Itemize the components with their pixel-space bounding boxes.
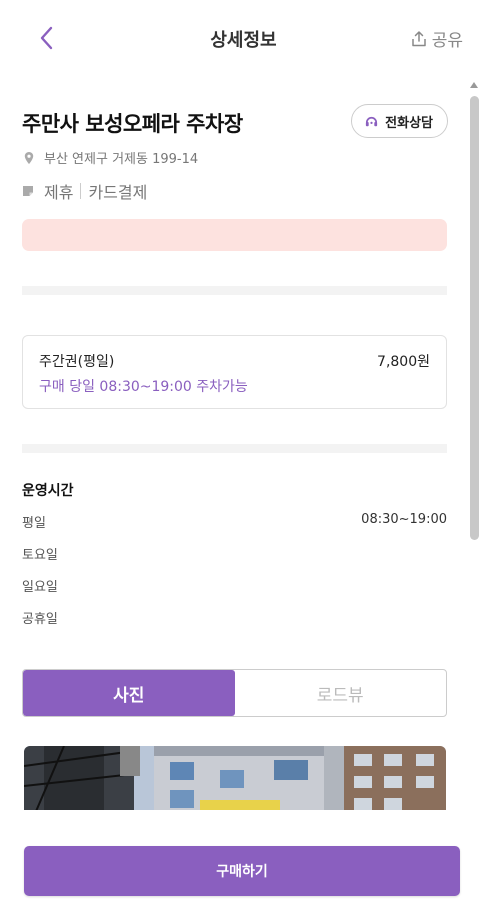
tag-divider xyxy=(80,183,82,199)
map-pin-icon xyxy=(24,151,34,164)
address-row: 부산 연제구 거제동 199-14 xyxy=(22,148,198,167)
parking-photo[interactable] xyxy=(24,746,446,810)
title-row: 주만사 보성오페라 주차장 전화상담 xyxy=(22,104,448,142)
media-tabs: 사진 로드뷰 xyxy=(22,669,447,717)
section-divider xyxy=(22,286,447,295)
app-header: 상세정보 공유 xyxy=(0,0,487,78)
hours-day: 토요일 xyxy=(22,548,58,563)
address-text: 부산 연제구 거제동 199-14 xyxy=(44,152,199,167)
share-icon xyxy=(411,30,426,46)
place-name: 주만사 보성오페라 주차장 xyxy=(22,112,243,136)
tag-icon xyxy=(23,186,33,196)
buy-button[interactable]: 구매하기 xyxy=(24,846,460,896)
call-consult-button[interactable]: 전화상담 xyxy=(351,104,448,138)
tag-card-payment: 카드결제 xyxy=(88,183,148,202)
ticket-card[interactable]: 주간권(평일) 7,800원 구매 당일 08:30~19:00 주차가능 xyxy=(22,335,447,409)
hours-title: 운영시간 xyxy=(22,483,74,499)
alert-banner xyxy=(22,219,447,251)
share-button[interactable]: 공유 xyxy=(410,26,463,51)
scrollbar-thumb[interactable] xyxy=(470,96,479,540)
ticket-note: 구매 당일 08:30~19:00 주차가능 xyxy=(39,379,248,395)
ticket-price: 7,800원 xyxy=(377,354,430,370)
tab-photo[interactable]: 사진 xyxy=(23,670,235,716)
detail-content: 주만사 보성오페라 주차장 전화상담 부산 연제구 거제동 199-14 제휴 … xyxy=(0,78,487,810)
bottom-bar: 구매하기 xyxy=(0,810,487,914)
hours-time: 08:30~19:00 xyxy=(361,512,447,527)
hours-day: 평일 xyxy=(22,516,46,531)
hours-day: 공휴일 xyxy=(22,612,58,627)
ticket-name: 주간권(평일) xyxy=(39,354,115,370)
headset-icon xyxy=(366,116,378,126)
share-label: 공유 xyxy=(431,31,463,51)
tab-roadview[interactable]: 로드뷰 xyxy=(235,670,447,716)
tags-row: 제휴 카드결제 xyxy=(22,179,147,203)
call-consult-label: 전화상담 xyxy=(385,115,433,131)
tag-partner: 제휴 xyxy=(44,183,74,202)
building-photo-illustration xyxy=(24,746,446,810)
section-divider xyxy=(22,444,447,453)
hours-day: 일요일 xyxy=(22,580,58,595)
scrollbar-up-arrow[interactable] xyxy=(470,82,478,88)
